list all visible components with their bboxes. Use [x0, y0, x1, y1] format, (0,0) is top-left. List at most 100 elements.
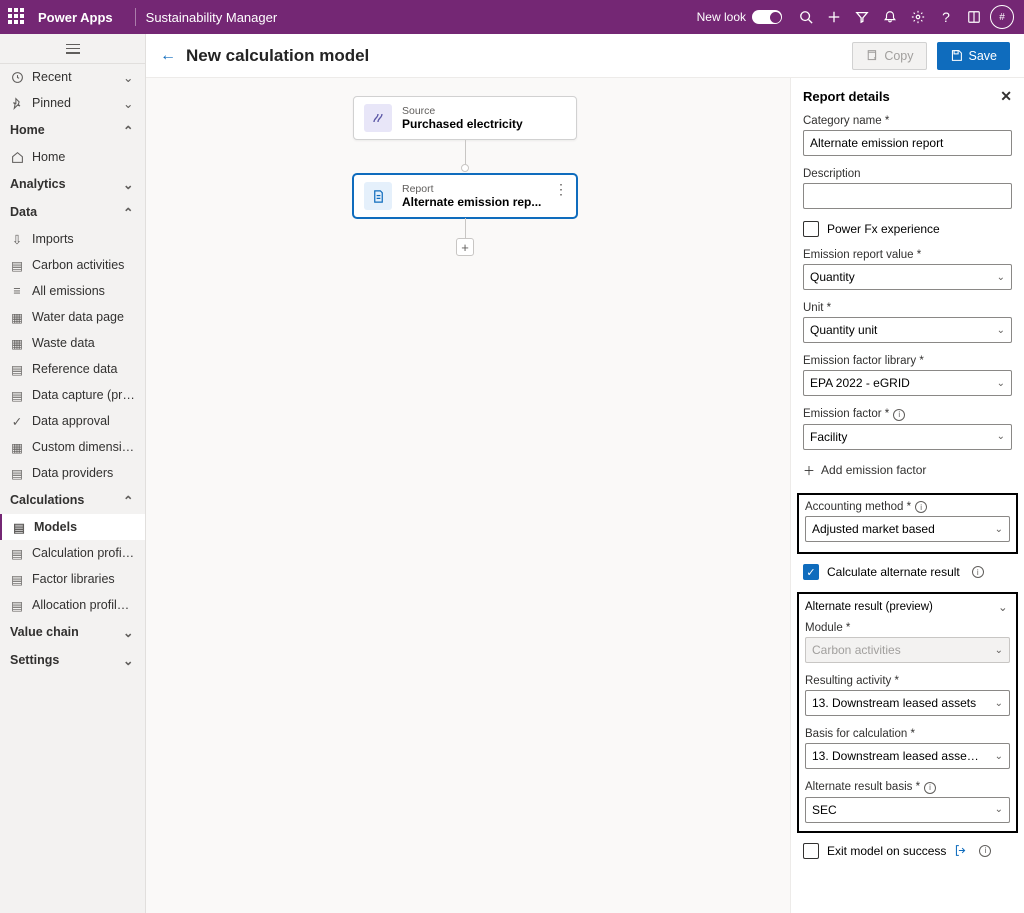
- sidebar-item-calc-2[interactable]: ▤Factor libraries: [0, 566, 145, 592]
- sidebar-section-home[interactable]: Home⌃: [0, 116, 145, 144]
- pin-icon: [10, 96, 24, 110]
- bell-icon[interactable]: [876, 3, 904, 31]
- copy-button[interactable]: Copy: [852, 42, 926, 70]
- chevron-down-icon: ⌄: [123, 177, 135, 192]
- erv-select[interactable]: Quantity⌄: [803, 264, 1012, 290]
- chevron-down-icon: ⌄: [123, 653, 135, 668]
- sidebar-item-label: Models: [34, 520, 135, 534]
- resact-select[interactable]: 13. Downstream leased assets⌄: [805, 690, 1010, 716]
- gear-icon[interactable]: [904, 3, 932, 31]
- description-input[interactable]: [803, 183, 1012, 209]
- new-look-toggle[interactable]: New look: [697, 10, 782, 24]
- copy-icon: [865, 49, 878, 62]
- save-button[interactable]: Save: [937, 42, 1011, 70]
- altbasis-select[interactable]: SEC⌄: [805, 797, 1010, 823]
- module-label: Module: [805, 622, 1010, 634]
- divider: [135, 8, 136, 26]
- book-icon[interactable]: [960, 3, 988, 31]
- help-icon[interactable]: ?: [932, 3, 960, 31]
- node-report[interactable]: Report Alternate emission rep... ⋮: [353, 174, 577, 218]
- sidebar-item-home[interactable]: Home: [0, 144, 145, 170]
- chevron-down-icon: ⌄: [995, 698, 1003, 709]
- sidebar-item-label: Imports: [32, 232, 135, 246]
- chevron-down-icon: ⌄: [123, 625, 135, 640]
- sidebar-item-data-9[interactable]: ▤Data providers: [0, 460, 145, 486]
- sidebar-section-calculations[interactable]: Calculations⌃: [0, 486, 145, 514]
- close-icon[interactable]: ✕: [1000, 88, 1012, 105]
- sidebar-section-analytics[interactable]: Analytics⌄: [0, 170, 145, 198]
- main-area: ← New calculation model Copy Save Source…: [146, 34, 1024, 913]
- resact-label: Resulting activity: [805, 675, 1010, 687]
- sidebar-item-recent[interactable]: Recent ⌄: [0, 64, 145, 90]
- sidebar-item-label: All emissions: [32, 284, 135, 298]
- basis-select[interactable]: 13. Downstream leased assets - Purchas..…: [805, 743, 1010, 769]
- sidebar-item-data-1[interactable]: ▤ Carbon activities: [0, 252, 145, 278]
- add-emission-factor-link[interactable]: ＋ Add emission factor: [803, 462, 1012, 479]
- sidebar-item-label: Carbon activities: [32, 258, 135, 272]
- sidebar-item-data-2[interactable]: ≡All emissions: [0, 278, 145, 304]
- toggle-icon: [752, 10, 782, 24]
- filter-icon[interactable]: [848, 3, 876, 31]
- unit-select[interactable]: Quantity unit⌄: [803, 317, 1012, 343]
- sidebar-item-label: Data capture (preview): [32, 388, 135, 402]
- sidebar-section-settings[interactable]: Settings⌄: [0, 646, 145, 674]
- avatar[interactable]: #: [988, 3, 1016, 31]
- info-icon[interactable]: i: [972, 566, 984, 578]
- sidebar-item-data-6[interactable]: ▤Data capture (preview): [0, 382, 145, 408]
- sidebar-item-data-4[interactable]: ▦Waste data: [0, 330, 145, 356]
- sidebar-item-pinned[interactable]: Pinned ⌄: [0, 90, 145, 116]
- sidebar-item-calc-3[interactable]: ▤Allocation profiles (p...: [0, 592, 145, 618]
- sidebar-item-data-8[interactable]: ▦Custom dimensions: [0, 434, 145, 460]
- unit-label: Unit: [803, 302, 1012, 314]
- sidebar-item-label: Calculation profiles: [32, 546, 135, 560]
- info-icon[interactable]: i: [979, 845, 991, 857]
- more-icon[interactable]: ⋮: [554, 181, 568, 198]
- data-item-icon: ▤: [10, 258, 24, 272]
- report-icon: [364, 182, 392, 210]
- info-icon[interactable]: i: [893, 409, 905, 421]
- save-icon: [950, 49, 963, 62]
- search-icon[interactable]: [792, 3, 820, 31]
- add-node-button[interactable]: +: [456, 238, 474, 256]
- info-icon[interactable]: i: [915, 501, 927, 513]
- chevron-down-icon: ⌄: [997, 272, 1005, 283]
- module-select: Carbon activities⌄: [805, 637, 1010, 663]
- data-item-icon: ▤: [10, 362, 24, 376]
- chevron-down-icon: ⌄: [995, 524, 1003, 535]
- clock-icon: [10, 70, 24, 84]
- sidebar-section-valuechain[interactable]: Value chain⌄: [0, 618, 145, 646]
- sidebar-item-data-3[interactable]: ▦Water data page: [0, 304, 145, 330]
- chevron-down-icon: ⌄: [123, 96, 135, 111]
- sidebar-item-data-0[interactable]: ⇩Imports: [0, 226, 145, 252]
- sidebar-item-data-5[interactable]: ▤Reference data: [0, 356, 145, 382]
- sidebar-item-label: Pinned: [32, 96, 115, 110]
- node-title-label: Purchased electricity: [402, 117, 523, 131]
- sidebar-section-data[interactable]: Data⌃: [0, 198, 145, 226]
- ef-select[interactable]: Facility⌄: [803, 424, 1012, 450]
- category-input[interactable]: [803, 130, 1012, 156]
- node-source[interactable]: Source Purchased electricity: [353, 96, 577, 140]
- acct-select[interactable]: Adjusted market based⌄: [805, 516, 1010, 542]
- back-arrow-icon[interactable]: ←: [160, 47, 176, 65]
- efl-select[interactable]: EPA 2022 - eGRID⌄: [803, 370, 1012, 396]
- info-icon[interactable]: i: [924, 782, 936, 794]
- sidebar-item-label: Data providers: [32, 466, 135, 480]
- sidebar-item-calc-1[interactable]: ▤Calculation profiles: [0, 540, 145, 566]
- powerfx-checkbox[interactable]: [803, 221, 819, 237]
- data-item-icon: ✓: [10, 414, 24, 428]
- hamburger-button[interactable]: [0, 34, 145, 64]
- sidebar-item-calc-0[interactable]: ▤Models: [0, 514, 145, 540]
- accounting-highlight: Accounting methodi Adjusted market based…: [797, 493, 1018, 555]
- sidebar-item-data-7[interactable]: ✓Data approval: [0, 408, 145, 434]
- calc-alt-checkbox[interactable]: ✓: [803, 564, 819, 580]
- edge-connector-icon: [461, 164, 469, 172]
- new-look-label: New look: [697, 10, 746, 24]
- chevron-down-icon: ⌄: [995, 804, 1003, 815]
- brand-label: Power Apps: [38, 10, 113, 25]
- node-type-label: Source: [402, 105, 523, 118]
- chevron-down-icon[interactable]: ⌄: [998, 600, 1010, 614]
- plus-icon[interactable]: [820, 3, 848, 31]
- exit-checkbox[interactable]: [803, 843, 819, 859]
- app-launcher-icon[interactable]: [8, 8, 26, 26]
- top-bar: Power Apps Sustainability Manager New lo…: [0, 0, 1024, 34]
